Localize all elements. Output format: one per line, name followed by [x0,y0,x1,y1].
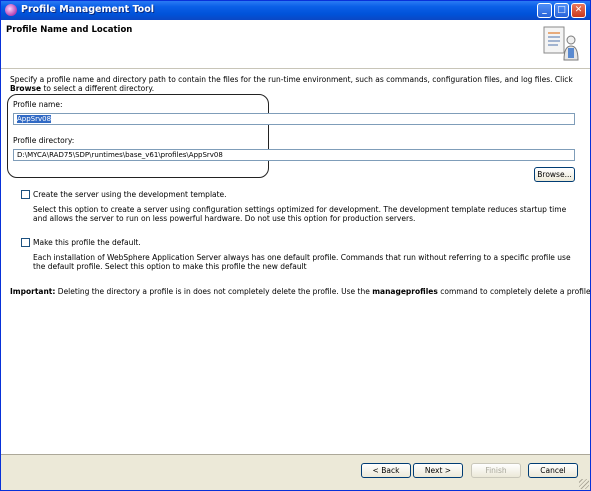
wizard-footer: < Back Next > Finish Cancel [1,455,590,490]
profile-name-input[interactable]: AppSrv08 [13,113,575,125]
important-note: Important: Deleting the directory a prof… [10,287,591,296]
dev-template-description: Select this option to create a server us… [33,205,567,223]
content-area: Specify a profile name and directory pat… [1,69,590,454]
default-profile-description: Each installation of WebSphere Applicati… [33,253,571,271]
cancel-button[interactable]: Cancel [528,463,578,478]
app-icon [5,4,17,16]
dev-template-label: Create the server using the development … [33,190,227,199]
resize-grip[interactable] [579,479,589,489]
profile-directory-value: D:\MYCA\RAD75\SDP\runtimes\base_v61\prof… [17,151,223,159]
title-bar[interactable]: Profile Management Tool _ □ ✕ [1,1,590,20]
instructions-text: Specify a profile name and directory pat… [10,75,573,93]
profile-directory-label: Profile directory: [13,136,75,145]
profile-management-window: Profile Management Tool _ □ ✕ Profile Na… [0,0,591,491]
wizard-header: Profile Name and Location [1,20,590,69]
browse-button[interactable]: Browse... [534,167,575,182]
profile-name-value: AppSrv08 [17,115,52,123]
minimize-button[interactable]: _ [537,3,552,18]
back-button[interactable]: < Back [361,463,411,478]
window-title: Profile Management Tool [21,4,154,15]
close-button[interactable]: ✕ [571,3,586,18]
next-button[interactable]: Next > [413,463,463,478]
default-profile-checkbox[interactable] [21,238,30,247]
dev-template-checkbox[interactable] [21,190,30,199]
profile-name-label: Profile name: [13,100,63,109]
page-title: Profile Name and Location [6,25,133,35]
default-profile-label: Make this profile the default. [33,238,141,247]
profile-directory-input[interactable]: D:\MYCA\RAD75\SDP\runtimes\base_v61\prof… [13,149,575,161]
finish-button[interactable]: Finish [471,463,521,478]
profile-wizard-icon [543,26,579,61]
maximize-button[interactable]: □ [554,3,569,18]
